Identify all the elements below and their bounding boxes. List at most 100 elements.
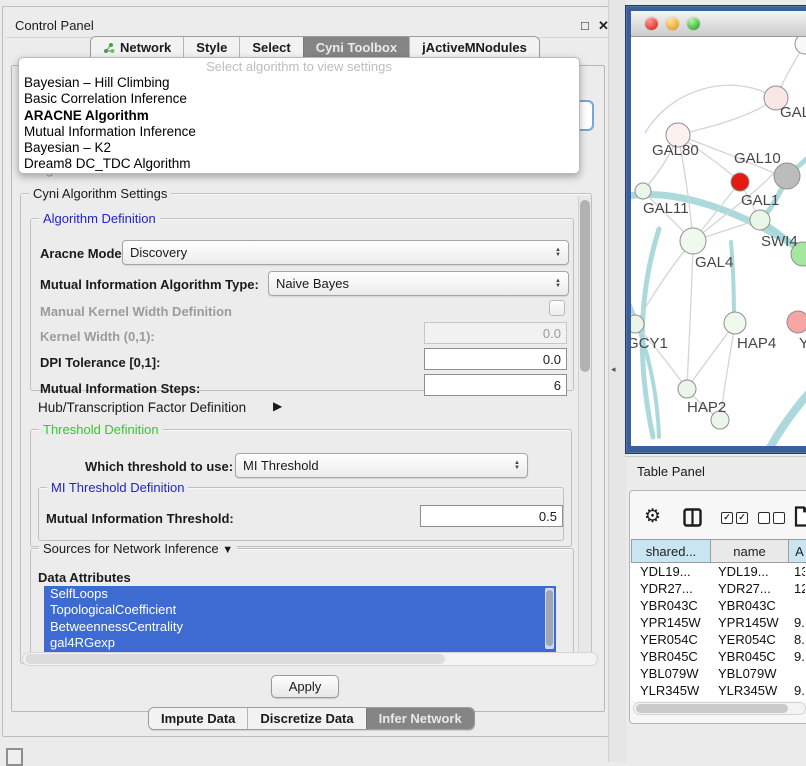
table-row[interactable]: YDL19...YDL19...13 [631, 563, 806, 580]
control-panel-title: Control Panel [15, 18, 94, 33]
split-pane-divider[interactable] [608, 0, 626, 762]
data-attributes-list[interactable]: SelfLoopsTopologicalCoefficientBetweenne… [44, 586, 556, 652]
sources-collapse-arrow-icon[interactable]: ▼ [222, 544, 233, 556]
tab-infer-network[interactable]: Infer Network [366, 708, 474, 729]
tab-select[interactable]: Select [239, 37, 302, 58]
kernel-width-field[interactable]: 0.0 [424, 322, 567, 344]
settings-scrollbar-thumb[interactable] [580, 200, 590, 372]
attributes-scrollbar-thumb[interactable] [546, 590, 553, 646]
table-row[interactable]: YDR27...YDR27...12 [631, 580, 806, 597]
apply-button-label: Apply [289, 679, 322, 694]
network-node-gal4[interactable] [680, 228, 706, 254]
deselect-all-columns-icon[interactable] [758, 512, 785, 524]
mi-type-label: Mutual Information Algorithm Type: [40, 277, 259, 292]
column-header-name[interactable]: name [711, 539, 789, 563]
network-node-hap2[interactable] [678, 380, 696, 398]
table-cell: 12 [785, 581, 805, 596]
tab-jactivemnodules[interactable]: jActiveMNodules [409, 37, 539, 58]
tab-impute-data[interactable]: Impute Data [149, 708, 247, 729]
divider-grip-icon[interactable]: ◂ [611, 364, 616, 375]
mi-threshold-field[interactable]: 0.5 [420, 505, 563, 527]
table-row[interactable]: YBR043CYBR043C [631, 597, 806, 614]
table-row[interactable]: YPR145WYPR145W9. [631, 614, 806, 631]
table-row[interactable]: YBL079WYBL079W [631, 665, 806, 682]
settings-hscrollbar-thumb[interactable] [25, 654, 445, 664]
manual-kernel-checkbox[interactable] [549, 300, 565, 316]
tab-network[interactable]: Network [91, 37, 183, 58]
network-node-hap4[interactable] [724, 312, 746, 334]
network-graph[interactable]: GALGAL80GAL10GAL11GAL1SWI4GAL4GCY1HAP4YH… [631, 37, 806, 446]
collapsed-panel-icon[interactable] [6, 748, 23, 766]
algorithm-option[interactable]: Bayesian – K2 [19, 140, 579, 156]
tab-label: Network [120, 40, 171, 55]
table-body: YDL19...YDL19...13YDR27...YDR27...12YBR0… [631, 563, 806, 701]
network-node-gcy1[interactable] [631, 315, 644, 333]
mi-steps-field[interactable]: 6 [424, 374, 567, 396]
network-window-titlebar[interactable] [631, 11, 806, 37]
tab-label: Impute Data [161, 711, 235, 726]
settings-scrollbar[interactable] [578, 196, 591, 660]
algorithm-option[interactable]: Dream8 DC_TDC Algorithm [19, 156, 579, 172]
aracne-mode-label: Aracne Mode: [40, 246, 126, 261]
columns-icon[interactable] [683, 508, 702, 527]
apply-button[interactable]: Apply [271, 675, 339, 698]
mac-close-button[interactable] [645, 17, 658, 30]
float-window-button[interactable]: □ [581, 18, 589, 33]
data-attribute-item[interactable]: BetweennessCentrality [44, 619, 556, 635]
node-label-hap4: HAP4 [737, 335, 776, 352]
attributes-scrollbar[interactable] [545, 588, 554, 649]
algorithm-option[interactable]: ARACNE Algorithm [19, 108, 579, 124]
aracne-mode-combo[interactable]: Discovery ▲▼ [122, 240, 569, 265]
select-all-columns-icon[interactable]: ✓ ✓ [721, 512, 748, 524]
network-node-gal11[interactable] [635, 183, 651, 199]
data-attribute-item[interactable]: TopologicalCoefficient [44, 602, 556, 618]
mac-minimize-button[interactable] [666, 17, 679, 30]
hub-section-label[interactable]: Hub/Transcription Factor Definition [38, 400, 246, 415]
table-hscrollbar-thumb[interactable] [636, 704, 788, 713]
data-attribute-item[interactable]: gal4RGexp [44, 635, 556, 651]
algorithm-dropdown-popup: Select algorithm to view settings Bayesi… [18, 57, 580, 174]
mac-zoom-button[interactable] [687, 17, 700, 30]
data-attribute-item[interactable]: SelfLoops [44, 586, 556, 602]
table-row[interactable]: YBR045CYBR045C9. [631, 648, 806, 665]
node-label-y: Y [799, 335, 806, 352]
table-hscrollbar[interactable] [633, 702, 806, 715]
algorithm-dropdown-placeholder: Select algorithm to view settings [19, 58, 579, 75]
column-header-A[interactable]: A [789, 539, 806, 563]
algorithm-option[interactable]: Mutual Information Inference [19, 124, 579, 140]
algorithm-option[interactable]: Bayesian – Hill Climbing [19, 75, 579, 91]
table-row[interactable]: YIL052CYIL052C9 [631, 699, 806, 701]
tab-label: Cyni Toolbox [316, 40, 397, 55]
tab-label: Style [196, 40, 227, 55]
network-canvas[interactable]: GALGAL80GAL10GAL11GAL1SWI4GAL4GCY1HAP4YH… [631, 37, 806, 446]
algorithm-definition-title: Algorithm Definition [39, 211, 160, 226]
column-header-shared-[interactable]: shared... [631, 539, 711, 563]
aracne-mode-value: Discovery [130, 245, 187, 260]
hub-expand-arrow-icon[interactable]: ▶ [273, 399, 282, 413]
which-threshold-combo[interactable]: MI Threshold ▲▼ [235, 453, 528, 478]
mi-type-combo[interactable]: Naive Bayes ▲▼ [268, 271, 569, 296]
network-node[interactable] [795, 37, 806, 54]
network-node-gal1[interactable] [750, 210, 770, 230]
combo-spinner-icon: ▲▼ [555, 279, 561, 289]
tab-cyni-toolbox[interactable]: Cyni Toolbox [303, 37, 409, 58]
dpi-tolerance-field[interactable]: 0.0 [424, 348, 567, 370]
data-attributes-label: Data Attributes [38, 570, 131, 585]
algorithm-option[interactable]: Basic Correlation Inference [19, 91, 579, 107]
settings-hscrollbar[interactable] [22, 652, 598, 666]
node-label-hap2: HAP2 [687, 399, 726, 416]
tab-style[interactable]: Style [183, 37, 239, 58]
table-row[interactable]: YER054CYER054C8. [631, 631, 806, 648]
network-node[interactable] [731, 173, 749, 191]
document-icon[interactable] [794, 506, 806, 527]
mi-threshold-value: 0.5 [539, 509, 557, 524]
node-label-gal11: GAL11 [643, 200, 689, 217]
network-node-y[interactable] [787, 311, 806, 333]
table-cell: YDL19... [631, 564, 709, 579]
tab-label: Infer Network [379, 711, 462, 726]
table-cell: YDR27... [631, 581, 709, 596]
gear-icon[interactable]: ⚙ [644, 505, 661, 528]
table-row[interactable]: YLR345WYLR345W9. [631, 682, 806, 699]
tab-discretize-data[interactable]: Discretize Data [247, 708, 365, 729]
node-label-swi4: SWI4 [761, 233, 798, 250]
